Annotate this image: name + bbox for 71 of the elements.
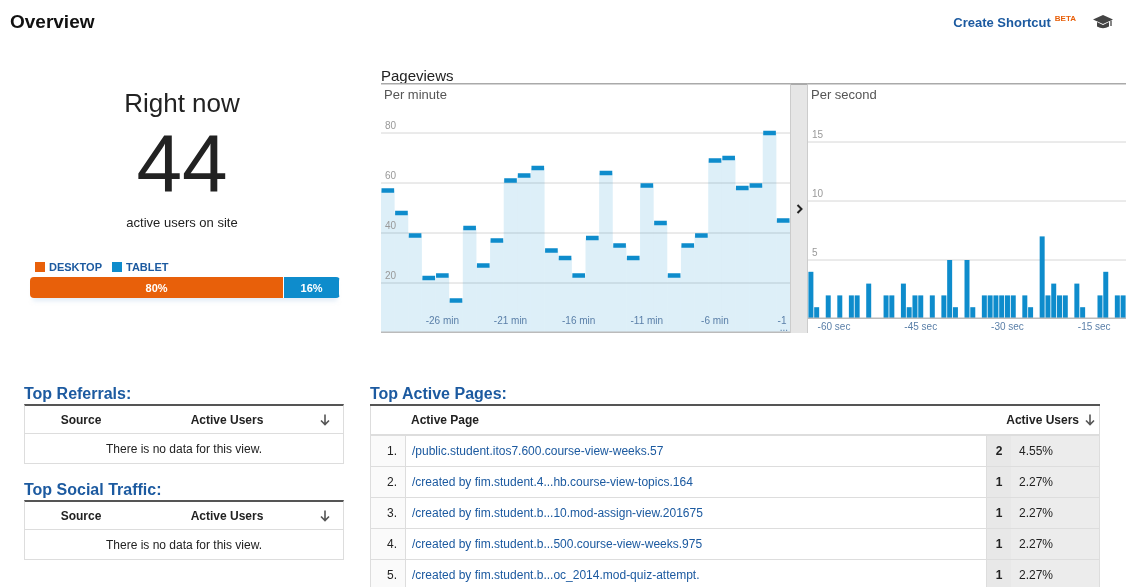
- users-cell: 1: [986, 498, 1011, 528]
- x-tick-label: -26 min: [425, 315, 460, 326]
- rank-cell: 1.: [371, 436, 406, 466]
- percent-cell: 4.55%: [1011, 436, 1099, 466]
- right-now-title: Right now: [124, 88, 240, 119]
- empty-message: There is no data for this view.: [104, 440, 264, 458]
- y-tick-label: 60: [385, 170, 397, 181]
- page-title: Overview: [10, 11, 95, 33]
- sort-arrow-icon[interactable]: [1085, 414, 1095, 426]
- device-share-bar: 80%: [30, 277, 285, 298]
- x-tick-label: -45 sec: [904, 321, 938, 332]
- column-header[interactable]: Active Users: [137, 508, 317, 523]
- page-link[interactable]: /created by fim.student.b...500.course-view-weeks.975: [412, 537, 703, 551]
- legend-label: DESKTOP: [49, 261, 102, 273]
- column-header: Source: [59, 508, 103, 523]
- users-cell: 1: [986, 529, 1011, 559]
- page-link[interactable]: /public.student.itos7.600.course-view-weeks.57: [412, 444, 664, 458]
- x-tick-label: -60 sec: [817, 321, 851, 332]
- page-link[interactable]: /created by fim.student.b...10.mod-assign-view.201675: [412, 506, 703, 520]
- column-header[interactable]: Active Users: [137, 412, 317, 427]
- y-tick-label: 40: [385, 220, 397, 231]
- rank-cell: 2.: [371, 467, 406, 497]
- active-user-count: 44: [136, 123, 228, 205]
- users-cell: 1: [986, 560, 1011, 587]
- graduation-cap-icon[interactable]: [1092, 14, 1114, 30]
- beta-label: BETA: [1054, 14, 1076, 23]
- section-title: Top Referrals:: [24, 385, 133, 404]
- create-shortcut-link[interactable]: Create Shortcut: [953, 14, 1051, 30]
- y-tick-label: 10: [812, 188, 824, 199]
- x-tick-label: -1: [777, 315, 787, 326]
- x-tick-label: -30 sec: [991, 321, 1024, 332]
- x-tick-label: -15 sec: [1077, 321, 1111, 332]
- chart-label: Per minute: [384, 87, 447, 102]
- users-cell: 2: [986, 436, 1011, 466]
- y-tick-label: 5: [812, 247, 818, 258]
- pageviews-title: Pageviews: [381, 66, 455, 83]
- sort-arrow-icon[interactable]: [320, 413, 330, 426]
- section-title: Top Social Traffic:: [24, 481, 163, 500]
- legend-label: TABLET: [126, 261, 169, 273]
- sort-arrow-icon[interactable]: [320, 509, 330, 522]
- x-tick-label: -16 min: [562, 315, 596, 326]
- rank-cell: 5.: [371, 560, 406, 587]
- column-header: Source: [59, 412, 103, 427]
- page-link[interactable]: /created by fim.student.b...oc_2014.mod-quiz-attempt.: [412, 568, 700, 582]
- column-header[interactable]: Active Users: [1006, 413, 1079, 427]
- device-share-bar: 16%: [284, 277, 340, 298]
- rank-cell: 4.: [371, 529, 406, 559]
- percent-cell: 2.27%: [1011, 560, 1099, 587]
- pageviews-bar: [837, 295, 843, 319]
- x-tick-label: -21 min: [493, 315, 528, 326]
- chevron-right-icon: [795, 204, 803, 214]
- percent-cell: 2.27%: [1011, 529, 1099, 559]
- x-tick-label: -6 min: [701, 315, 729, 326]
- pageviews-bar: [929, 295, 935, 319]
- page-link[interactable]: /created by fim.student.4...hb.course-view-topics.164: [412, 475, 693, 489]
- section-title: Top Active Pages:: [370, 385, 508, 404]
- y-tick-label: 15: [812, 129, 824, 140]
- active-users-caption: active users on site: [126, 215, 238, 230]
- rank-cell: 3.: [371, 498, 406, 528]
- y-tick-label: 80: [385, 120, 397, 131]
- percent-cell: 2.27%: [1011, 498, 1099, 528]
- chart-label: Per second: [811, 87, 877, 102]
- percent-cell: 2.27%: [1011, 467, 1099, 497]
- empty-message: There is no data for this view.: [104, 536, 264, 554]
- x-tick-label: -11 min: [630, 315, 664, 326]
- panel-toggle[interactable]: [790, 83, 808, 333]
- users-cell: 1: [986, 467, 1011, 497]
- pageviews-bar: [866, 283, 872, 319]
- column-header: Active Page: [411, 413, 481, 427]
- pageviews-bar: [825, 295, 831, 319]
- y-tick-label: 20: [385, 270, 397, 281]
